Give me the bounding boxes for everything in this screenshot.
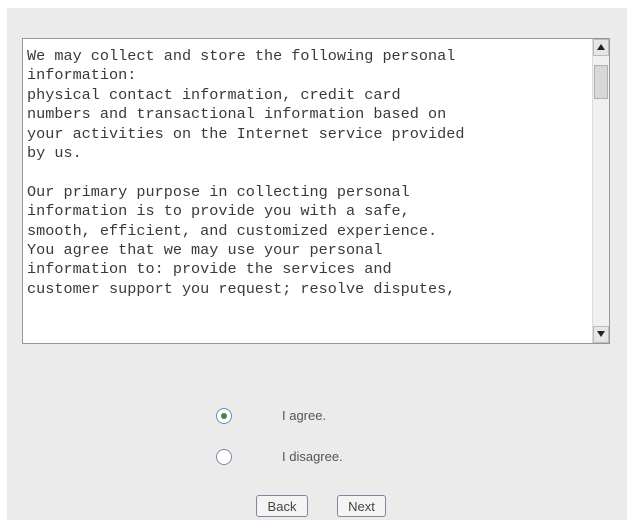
disagree-label: I disagree. — [282, 449, 343, 464]
back-button[interactable]: Back — [256, 495, 308, 517]
privacy-policy-text: We may collect and store the following p… — [27, 47, 589, 299]
policy-line: information is to provide you with a saf… — [27, 202, 410, 221]
vertical-scrollbar[interactable] — [592, 39, 609, 343]
arrow-down-icon — [597, 331, 605, 337]
policy-line: We may collect and store the following p… — [27, 47, 456, 65]
policy-line: Our primary purpose in collecting person… — [27, 182, 410, 201]
policy-line: You agree that we may use your personal — [27, 241, 383, 260]
policy-line: by us. — [27, 144, 82, 163]
disagree-radio[interactable] — [216, 449, 232, 465]
scroll-down-button[interactable] — [593, 326, 609, 343]
policy-line: information to: provide the services and — [27, 260, 392, 279]
policy-line: information: — [27, 66, 137, 85]
privacy-policy-textbox[interactable]: We may collect and store the following p… — [22, 38, 610, 344]
policy-line: customer support you request; resolve di… — [27, 279, 456, 298]
scroll-up-button[interactable] — [593, 39, 609, 56]
next-button[interactable]: Next — [337, 495, 386, 517]
policy-line: smooth, efficient, and customized experi… — [27, 221, 438, 240]
policy-line: numbers and transactional information ba… — [27, 105, 447, 124]
policy-line: physical contact information, credit car… — [27, 85, 401, 104]
scroll-thumb[interactable] — [594, 65, 608, 99]
agree-label: I agree. — [282, 408, 327, 423]
arrow-up-icon — [597, 44, 605, 50]
agree-radio[interactable] — [216, 408, 232, 424]
policy-line: your activities on the Internet service … — [27, 124, 465, 143]
